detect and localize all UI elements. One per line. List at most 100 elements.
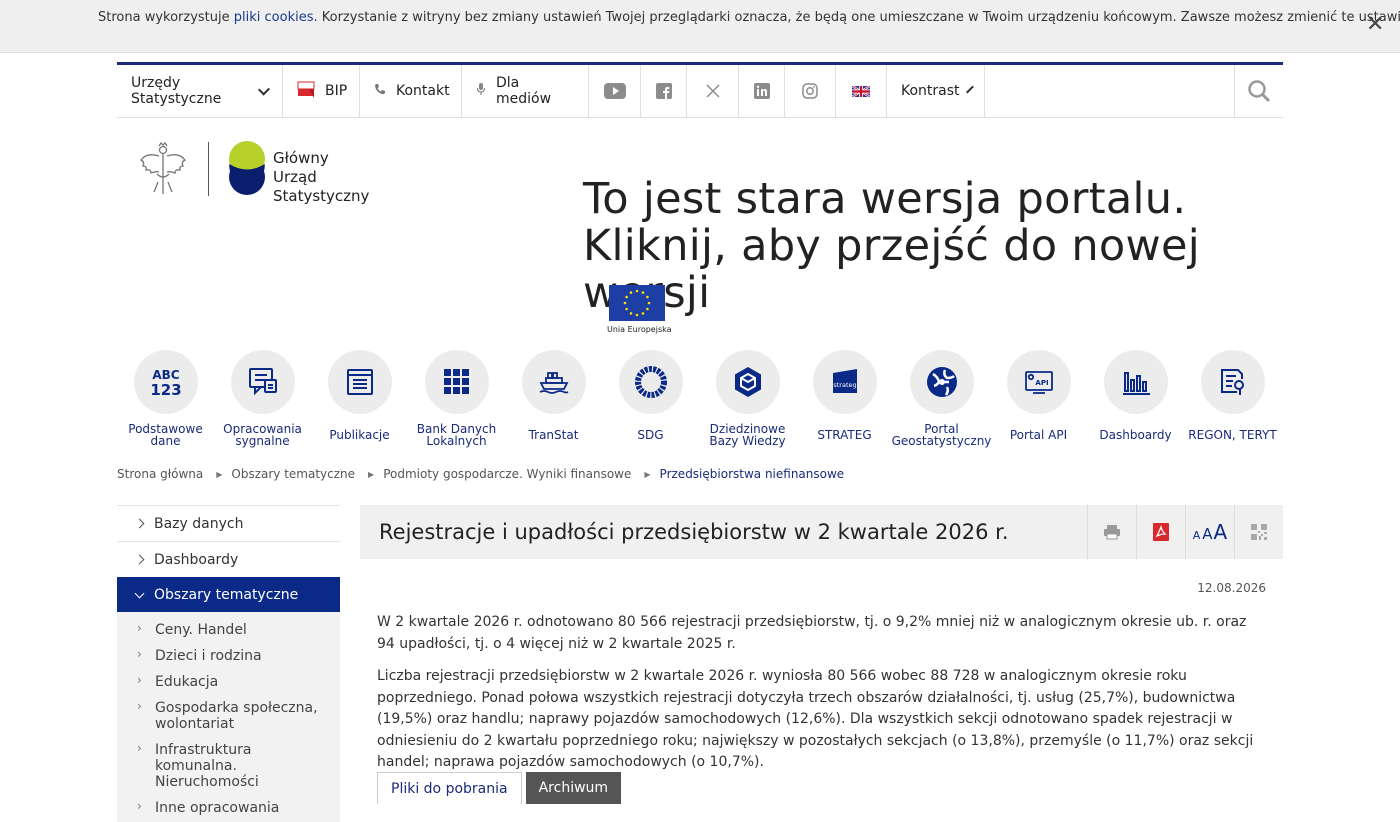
youtube-link[interactable] (589, 65, 641, 117)
breadcrumb-separator-icon: ▶ (368, 469, 375, 479)
service-podstawowe-dane[interactable]: ABC 123 Podstawowe dane (117, 350, 214, 448)
sidebar-item-label: Obszary tematyczne (154, 586, 299, 603)
eu-stars (623, 289, 651, 317)
service-portal-api[interactable]: API Portal API (990, 350, 1087, 448)
sidebar-item-bazy-danych[interactable]: Bazy danych (117, 505, 340, 541)
service-opracowania-sygnalne[interactable]: Opracowania sygnalne (214, 350, 311, 448)
service-label: REGON, TERYT (1188, 428, 1277, 442)
sidebar-subitem[interactable]: Ceny. Handel (117, 618, 340, 644)
youtube-icon (603, 83, 626, 99)
service-regon-teryt[interactable]: REGON, TERYT (1184, 350, 1281, 448)
article-date: 12.08.2026 (1197, 581, 1266, 595)
close-icon[interactable]: ✕ (1366, 14, 1384, 36)
breadcrumb-item[interactable]: Strona główna (117, 467, 203, 481)
sidebar-subitem[interactable]: Infrastruktura komunalna. Nieruchomości (117, 738, 340, 796)
service-strateg[interactable]: strateg STRATEG (796, 350, 893, 448)
gus-name: Główny Urząd Statystyczny (273, 149, 407, 206)
hexagon-cube-icon (715, 350, 780, 414)
pdf-button[interactable] (1136, 505, 1185, 559)
service-label: Dziedzinowe Bazy Wiedzy (709, 422, 786, 448)
font-size-medium[interactable]: A (1202, 525, 1212, 543)
service-label: Podstawowe dane (128, 422, 203, 448)
abc-123-icon: ABC 123 (133, 350, 198, 414)
x-twitter-link[interactable] (687, 65, 739, 117)
eu-star (625, 307, 628, 311)
services-nav: ABC 123 Podstawowe dane Opracowania sygna… (117, 350, 1283, 450)
eu-star (629, 312, 633, 315)
eu-star (629, 291, 633, 294)
font-size-controls: A A A (1185, 505, 1234, 559)
service-sdg[interactable]: SDG (602, 350, 699, 448)
article-paragraph: Liczba rejestracji przedsiębiorstw w 2 k… (377, 668, 1254, 770)
chevron-right-icon (134, 554, 145, 565)
document-search-icon (1200, 350, 1265, 414)
tab-pliki-do-pobrania[interactable]: Pliki do pobrania (377, 772, 522, 804)
breadcrumb-current: Przedsiębiorstwa niefinansowe (659, 467, 845, 481)
uk-flag-icon (852, 85, 870, 97)
breadcrumb-separator-icon: ▶ (216, 469, 223, 479)
gus-name-line1: Główny (273, 149, 329, 167)
tab-archiwum[interactable]: Archiwum (525, 772, 622, 804)
sidebar-item-dashboardy[interactable]: Dashboardy (117, 541, 340, 577)
print-button[interactable] (1087, 505, 1136, 559)
offices-dropdown[interactable]: Urzędy Statystyczne (117, 65, 283, 117)
service-bank-danych-lokalnych[interactable]: Bank Danych Lokalnych (408, 350, 505, 448)
gus-logo[interactable]: Główny Urząd Statystyczny (137, 140, 407, 205)
contact-label: Kontakt (396, 83, 450, 99)
sidebar-subitem[interactable]: Gospodarka społeczna, wolontariat (117, 696, 340, 738)
service-portal-geostatystyczny[interactable]: Portal Geostatystyczny (891, 350, 992, 448)
cookie-text-before: Strona wykorzystuje (98, 10, 234, 25)
contrast-dropdown[interactable]: Kontrast (887, 65, 985, 117)
chevron-down-icon (258, 83, 271, 95)
media-label: Dla mediów (496, 75, 552, 107)
qr-code-button[interactable] (1234, 505, 1283, 559)
cookie-bar: Strona wykorzystuje pliki cookies. Korzy… (0, 0, 1400, 53)
service-dashboardy[interactable]: Dashboardy (1087, 350, 1184, 448)
search-icon (1248, 80, 1271, 103)
sidebar-subitem[interactable]: Inne opracowania (117, 796, 340, 822)
chevron-down-icon (965, 85, 974, 93)
service-dziedzinowe-bazy-wiedzy[interactable]: Dziedzinowe Bazy Wiedzy (699, 350, 796, 448)
bip-label: BIP (325, 83, 348, 99)
font-size-large[interactable]: A (1214, 520, 1228, 544)
service-label: Bank Danych Lokalnych (416, 422, 497, 448)
facebook-icon (655, 83, 672, 99)
linkedin-link[interactable] (739, 65, 785, 117)
service-label: Dashboardy (1099, 428, 1172, 442)
facebook-link[interactable] (641, 65, 687, 117)
sidebar-subitem[interactable]: Edukacja (117, 670, 340, 696)
instagram-link[interactable] (785, 65, 836, 117)
polish-eagle-icon (140, 142, 186, 194)
eu-flag-icon (609, 285, 665, 321)
english-language-link[interactable] (836, 65, 887, 117)
sidebar-subitem[interactable]: Dzieci i rodzina (117, 644, 340, 670)
api-icon: API (1006, 350, 1071, 414)
bip-link[interactable]: BIP (283, 65, 360, 117)
breadcrumb-item[interactable]: Podmioty gospodarcze. Wyniki finansowe (383, 467, 631, 481)
globe-icon (909, 350, 974, 414)
cookie-text-after: . Korzystanie z witryny bez zmiany ustaw… (313, 10, 1400, 25)
search-button[interactable] (1234, 65, 1283, 117)
service-publikacje[interactable]: Publikacje (311, 350, 408, 448)
num-text: 123 (150, 381, 181, 399)
media-link[interactable]: Dla mediów (462, 65, 589, 117)
old-version-banner-link[interactable]: To jest stara wersja portalu. Kliknij, a… (583, 176, 1283, 317)
eu-star (646, 295, 649, 299)
cookie-policy-link[interactable]: pliki cookies (234, 10, 314, 25)
eu-star (635, 289, 639, 293)
pdf-icon (1153, 523, 1169, 541)
gus-name-line2: Urząd Statystyczny (273, 168, 370, 205)
abc-text: ABC (152, 368, 179, 382)
eu-star (623, 301, 627, 305)
service-transtat[interactable]: TranStat (505, 350, 602, 448)
instagram-icon (802, 83, 818, 99)
sidebar-item-obszary-tematyczne[interactable]: Obszary tematyczne (117, 577, 340, 612)
font-size-small[interactable]: A (1193, 529, 1201, 542)
contact-link[interactable]: Kontakt (360, 65, 462, 117)
eu-star (625, 295, 628, 299)
printer-icon (1104, 525, 1120, 540)
api-text: API (1035, 379, 1048, 387)
breadcrumb-item[interactable]: Obszary tematyczne (231, 467, 355, 481)
service-label: Portal Geostatystyczny (891, 422, 992, 448)
eu-star (647, 301, 651, 305)
